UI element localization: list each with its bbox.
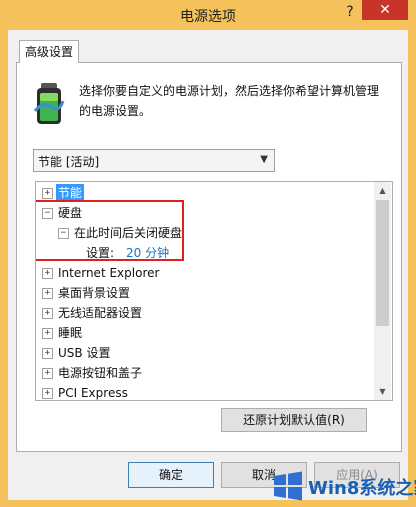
tree-item-label: USB 设置 [58, 346, 111, 360]
chevron-down-icon: ▼ [260, 154, 268, 165]
plan-select[interactable]: 节能 [活动] ▼ [33, 149, 275, 172]
tree-item-label: 无线适配器设置 [58, 306, 143, 320]
close-button[interactable]: ✕ [362, 0, 408, 20]
settings-panel: 选择你要自定义的电源计划，然后选择你希望计算机管理的电源设置。 节能 [活动] … [16, 62, 402, 452]
watermark: Win8系统之家 [268, 464, 416, 507]
description-text: 选择你要自定义的电源计划，然后选择你希望计算机管理的电源设置。 [79, 84, 380, 118]
tree-scrollbar[interactable]: ▲ ▼ [374, 182, 391, 400]
expand-icon[interactable]: + [42, 188, 53, 199]
tree-item-label: 睡眠 [58, 326, 83, 340]
expand-icon[interactable]: + [42, 288, 53, 299]
close-icon: ✕ [379, 2, 391, 18]
battery-icon [33, 83, 65, 124]
expand-icon[interactable]: + [42, 308, 53, 319]
scroll-up-icon[interactable]: ▲ [374, 182, 391, 199]
restore-defaults-button[interactable]: 还原计划默认值(R) [221, 408, 367, 432]
dialog-client-area: 高级设置 选择你要自定义的电源计划，然后选择你希望计算机管理的电源设置。 节能 … [8, 30, 408, 500]
tree-item-label: Internet Explorer [58, 266, 160, 280]
tab-advanced-settings[interactable]: 高级设置 [19, 40, 79, 63]
expand-icon[interactable]: + [42, 268, 53, 279]
plan-select-value: 节能 [活动] [38, 155, 100, 169]
watermark-text: Win8系统之家 [308, 478, 416, 499]
expand-icon[interactable]: + [42, 348, 53, 359]
tree-item-label: PCI Express [58, 386, 128, 400]
tree-item-label: 桌面背景设置 [58, 286, 131, 300]
expand-icon[interactable]: + [42, 328, 53, 339]
scroll-thumb[interactable] [376, 200, 389, 326]
tree-item-label: 电源按钮和盖子 [58, 366, 143, 380]
help-button[interactable]: ? [340, 4, 360, 24]
expand-icon[interactable]: + [42, 368, 53, 379]
scroll-down-icon[interactable]: ▼ [374, 383, 391, 400]
windows-logo-icon [274, 471, 302, 501]
ok-button[interactable]: 确定 [128, 462, 214, 488]
expand-icon[interactable]: + [42, 388, 53, 399]
settings-tree[interactable]: + 节能 − 硬盘 − 在此时间后关闭硬盘 设置: 20 分钟 + Intern… [35, 181, 393, 401]
title-bar: 电源选项 ? ✕ [0, 0, 416, 30]
annotation-highlight-box [36, 200, 184, 261]
